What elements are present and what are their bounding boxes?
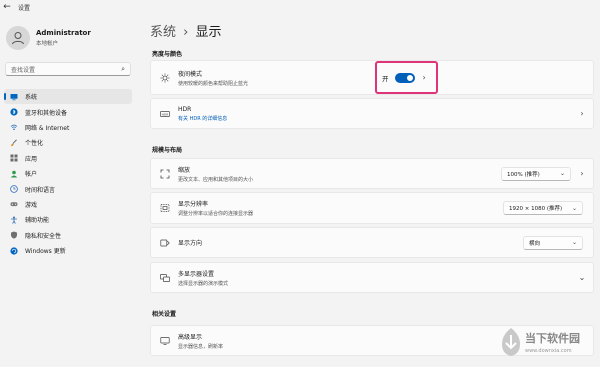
hdr-card[interactable]: HDR HDR 有关 HDR 的详细信息 › xyxy=(150,98,594,129)
night-light-toggle-highlight: 开 › xyxy=(375,61,438,94)
sidebar-item-label: 应用 xyxy=(25,155,38,163)
section-brightness-color: 亮度与颜色 xyxy=(152,51,183,58)
wifi-icon xyxy=(10,123,18,131)
sidebar-item-accounts[interactable]: 帐户 xyxy=(4,166,132,181)
chevron-down-icon: ⌄ xyxy=(571,204,577,212)
breadcrumb-parent[interactable]: 系统 xyxy=(150,25,176,40)
gamepad-icon xyxy=(10,200,18,208)
multiple-displays-subtitle: 选择显示器的演示模式 xyxy=(178,280,229,287)
hdr-title: HDR xyxy=(178,105,192,113)
search-placeholder: 查找设置 xyxy=(11,66,36,74)
main-content: 系统 › 显示 亮度与颜色 夜间模式 使用较暖的颜色来帮助阻止蓝光 HDR HD… xyxy=(150,0,600,367)
watermark-url: www.downxia.com xyxy=(525,348,572,354)
user-avatar-icon xyxy=(12,32,24,45)
sidebar-item-privacy[interactable]: 隐私和安全性 xyxy=(4,228,132,243)
account-block[interactable]: Administrator 本地帐户 xyxy=(6,26,91,50)
sidebar-item-label: Windows 更新 xyxy=(25,248,66,256)
sidebar-item-time-language[interactable]: 时间和语言 xyxy=(4,181,132,196)
apps-icon xyxy=(10,154,18,162)
sidebar-item-bluetooth[interactable]: 蓝牙和其他设备 xyxy=(4,104,132,119)
sidebar: Administrator 本地帐户 查找设置 ⌕ 系统 蓝牙和其他设备 网络 … xyxy=(0,14,140,367)
sidebar-item-label: 网络 & Internet xyxy=(25,124,70,132)
hdr-icon: HDR xyxy=(160,109,170,119)
sidebar-item-label: 隐私和安全性 xyxy=(25,232,62,240)
sidebar-item-label: 辅助功能 xyxy=(25,217,50,225)
scale-value: 100% (推荐) xyxy=(507,171,540,178)
accessibility-icon xyxy=(10,216,18,224)
update-icon xyxy=(10,246,18,255)
sidebar-item-label: 个性化 xyxy=(25,140,44,148)
shield-icon xyxy=(10,231,18,239)
resolution-subtitle: 调整分辨率以适合你的连接显示器 xyxy=(178,211,254,217)
page-title: 显示 xyxy=(195,25,222,40)
search-input[interactable]: 查找设置 ⌕ xyxy=(5,62,131,76)
resolution-card[interactable]: 显示分辨率 调整分辨率以适合你的连接显示器 1920 × 1080 (推荐) ⌄ xyxy=(150,192,594,224)
resolution-title: 显示分辨率 xyxy=(178,201,209,208)
sidebar-nav: 系统 蓝牙和其他设备 网络 & Internet 个性化 应用 帐户 时间和语言… xyxy=(4,89,132,258)
scale-dropdown[interactable]: 100% (推荐) ⌄ xyxy=(501,166,571,181)
sidebar-item-windows-update[interactable]: Windows 更新 xyxy=(4,243,132,258)
back-arrow-icon[interactable]: ← xyxy=(0,2,14,12)
sidebar-item-network[interactable]: 网络 & Internet xyxy=(4,120,132,135)
person-icon xyxy=(10,170,18,178)
avatar xyxy=(6,26,30,50)
night-light-toggle-label: 开 xyxy=(382,74,389,83)
sidebar-item-personalization[interactable]: 个性化 xyxy=(4,135,132,150)
window-title: 设置 xyxy=(18,4,31,12)
sidebar-item-label: 时间和语言 xyxy=(25,186,56,194)
scale-subtitle: 更改文本、应用和其他项目的大小 xyxy=(178,176,254,183)
section-scale-layout: 规模与布局 xyxy=(152,147,183,154)
sidebar-item-accessibility[interactable]: 辅助功能 xyxy=(4,212,132,227)
watermark-title: 当下软件园 xyxy=(525,332,580,345)
sidebar-item-system[interactable]: 系统 xyxy=(4,89,132,105)
monitor-icon xyxy=(160,336,170,346)
brightness-icon xyxy=(160,73,170,83)
scale-title: 缩放 xyxy=(178,166,191,174)
orientation-value: 横向 xyxy=(529,240,541,247)
sidebar-item-gaming[interactable]: 游戏 xyxy=(4,197,132,212)
watermark: 当下软件园 www.downxia.com xyxy=(500,322,600,362)
chevron-right-icon[interactable]: › xyxy=(575,169,589,178)
breadcrumb: 系统 › 显示 xyxy=(150,21,222,40)
multiple-displays-card[interactable]: 多显示器设置 选择显示器的演示模式 ⌄ xyxy=(150,262,594,293)
brush-icon xyxy=(10,139,18,147)
chevron-down-icon: ⌄ xyxy=(559,170,565,177)
hdr-info-link[interactable]: 有关 HDR 的详细信息 xyxy=(178,116,227,122)
orientation-dropdown[interactable]: 横向 ⌄ xyxy=(523,235,583,250)
chevron-down-icon[interactable]: ⌄ xyxy=(575,273,589,282)
sidebar-item-label: 游戏 xyxy=(25,201,38,209)
resolution-dropdown[interactable]: 1920 × 1080 (推荐) ⌄ xyxy=(503,201,583,215)
orientation-card[interactable]: 显示方向 横向 ⌄ xyxy=(150,227,594,258)
account-name: Administrator xyxy=(36,29,91,37)
chevron-right-icon[interactable]: › xyxy=(575,109,589,118)
resolution-value: 1920 × 1080 (推荐) xyxy=(509,206,563,212)
sidebar-item-apps[interactable]: 应用 xyxy=(4,151,132,166)
chevron-right-icon[interactable]: › xyxy=(423,73,426,82)
watermark-logo-icon xyxy=(502,328,520,356)
scale-icon xyxy=(160,169,170,179)
sidebar-item-label: 帐户 xyxy=(25,171,38,179)
night-light-toggle[interactable] xyxy=(394,72,415,83)
search-icon[interactable]: ⌕ xyxy=(121,65,125,74)
multiple-displays-title: 多显示器设置 xyxy=(178,270,215,278)
sidebar-item-label: 系统 xyxy=(25,94,38,102)
bluetooth-icon xyxy=(10,108,18,116)
orientation-icon xyxy=(160,238,170,248)
section-related-settings: 相关设置 xyxy=(152,311,177,318)
chevron-down-icon: ⌄ xyxy=(571,239,577,246)
account-type: 本地帐户 xyxy=(36,41,59,47)
globe-clock-icon xyxy=(10,185,18,193)
night-light-card[interactable]: 夜间模式 使用较暖的颜色来帮助阻止蓝光 xyxy=(150,60,594,95)
orientation-title: 显示方向 xyxy=(178,240,203,247)
resolution-icon xyxy=(160,203,170,213)
multi-monitor-icon xyxy=(160,273,170,283)
sidebar-item-label: 蓝牙和其他设备 xyxy=(25,109,68,117)
monitor-icon xyxy=(10,93,18,101)
scale-card[interactable]: 缩放 更改文本、应用和其他项目的大小 100% (推荐) ⌄ › xyxy=(150,158,594,189)
svg-text:HDR: HDR xyxy=(162,112,169,116)
breadcrumb-separator: › xyxy=(183,25,189,40)
toggle-knob xyxy=(406,74,413,81)
